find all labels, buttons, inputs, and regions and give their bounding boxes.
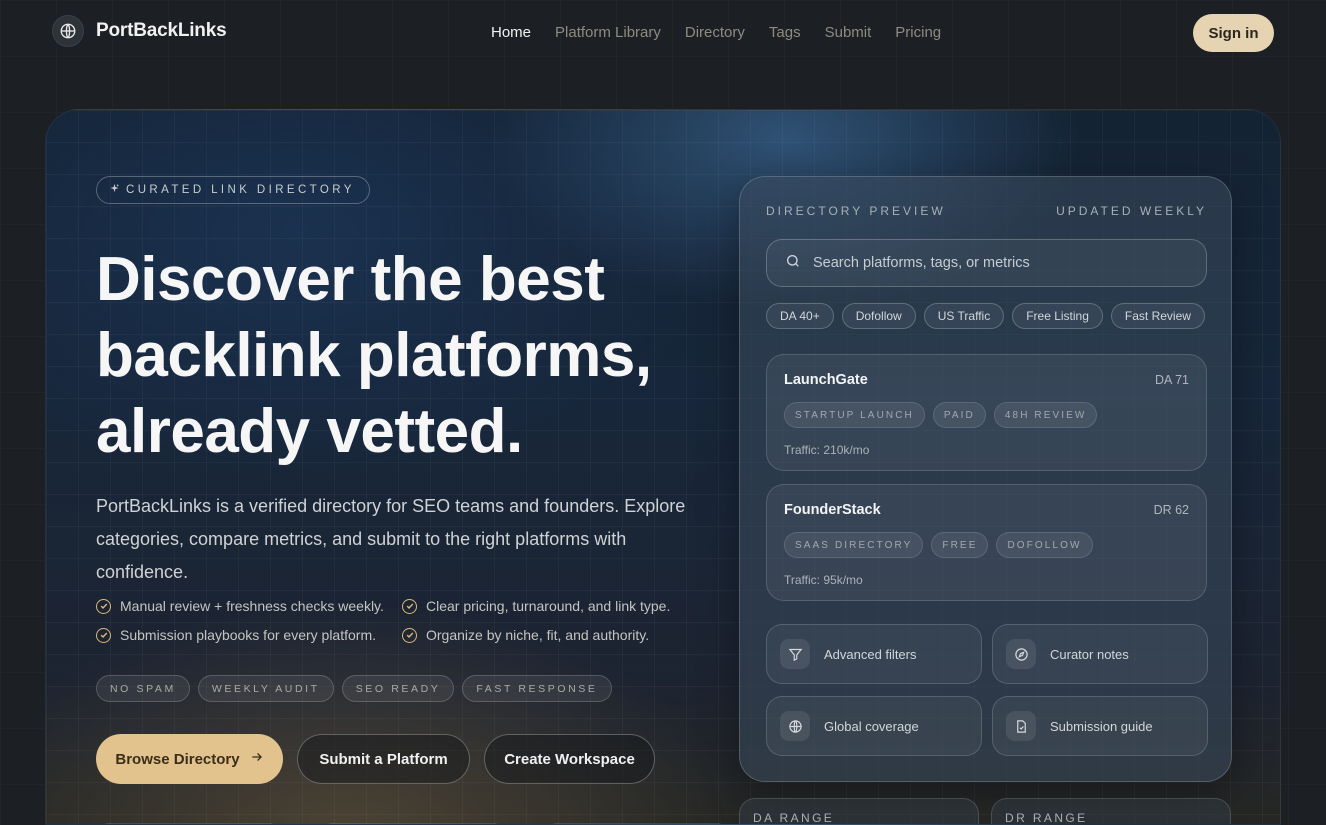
check-item: Submission playbooks for every platform. bbox=[96, 627, 402, 643]
chip-dofollow[interactable]: Dofollow bbox=[841, 303, 916, 329]
headline-line: Discover the best bbox=[96, 245, 605, 314]
arrow-right-icon bbox=[250, 750, 264, 768]
brand-name: PortBackLinks bbox=[96, 20, 227, 41]
preview-search-box[interactable] bbox=[766, 239, 1207, 287]
platform-tag: PAID bbox=[932, 402, 986, 428]
platform-metric: DR 62 bbox=[1153, 503, 1189, 517]
nav-item-tags[interactable]: Tags bbox=[769, 24, 801, 41]
search-icon bbox=[785, 253, 801, 273]
nav-item-submit[interactable]: Submit bbox=[825, 24, 872, 41]
feature-label: Curator notes bbox=[1050, 646, 1129, 662]
chip-free-listing[interactable]: Free Listing bbox=[1012, 303, 1103, 329]
chip-da-40[interactable]: DA 40+ bbox=[766, 303, 834, 329]
headline-line: already vetted. bbox=[96, 397, 523, 466]
nav-item-pricing[interactable]: Pricing bbox=[895, 24, 941, 41]
check-label: Organize by niche, fit, and authority. bbox=[426, 627, 650, 643]
check-label: Submission playbooks for every platform. bbox=[120, 627, 376, 643]
platform-tag: SAAS DIRECTORY bbox=[784, 532, 924, 558]
dr-range-card: DR RANGE bbox=[991, 798, 1231, 825]
hero-cta-group: Browse Directory Submit a Platform Creat… bbox=[96, 734, 655, 784]
platform-card-founderstack[interactable]: FounderStack DR 62 SAAS DIRECTORY FREE D… bbox=[766, 484, 1207, 601]
preview-header: DIRECTORY PREVIEW UPDATED WEEKLY bbox=[766, 204, 1207, 218]
platform-name: FounderStack bbox=[784, 502, 881, 518]
platform-tag: FREE bbox=[931, 532, 989, 558]
platform-card-launchgate[interactable]: LaunchGate DA 71 STARTUP LAUNCH PAID 48H… bbox=[766, 354, 1207, 471]
platform-name: LaunchGate bbox=[784, 372, 868, 388]
nav-item-platform-library[interactable]: Platform Library bbox=[555, 24, 661, 41]
nav-item-home[interactable]: Home bbox=[491, 24, 531, 41]
badge-seo-ready: SEO READY bbox=[341, 675, 455, 702]
platform-tags: SAAS DIRECTORY FREE DOFOLLOW bbox=[784, 532, 1093, 558]
filter-chips: DA 40+ Dofollow US Traffic Free Listing … bbox=[766, 303, 1205, 329]
check-item: Manual review + freshness checks weekly. bbox=[96, 598, 402, 614]
check-circle-icon bbox=[96, 598, 111, 614]
feature-global-coverage[interactable]: Global coverage bbox=[766, 696, 982, 756]
top-navigation: PortBackLinks Home Platform Library Dire… bbox=[0, 0, 1326, 66]
check-label: Manual review + freshness checks weekly. bbox=[120, 598, 384, 614]
eyebrow-label: CURATED LINK DIRECTORY bbox=[126, 184, 355, 196]
check-item: Clear pricing, turnaround, and link type… bbox=[402, 598, 732, 614]
headline-line: backlink platforms, bbox=[96, 321, 652, 390]
submit-platform-button[interactable]: Submit a Platform bbox=[297, 734, 470, 784]
dr-range-label: DR RANGE bbox=[1005, 811, 1088, 825]
check-circle-icon bbox=[402, 598, 417, 614]
chip-us-traffic[interactable]: US Traffic bbox=[923, 303, 1005, 329]
search-input[interactable] bbox=[813, 255, 1193, 271]
eyebrow-pill: CURATED LINK DIRECTORY bbox=[96, 176, 370, 204]
platform-tag: STARTUP LAUNCH bbox=[784, 402, 925, 428]
badge-fast-response: FAST RESPONSE bbox=[462, 675, 612, 702]
globe-icon bbox=[52, 15, 84, 47]
feature-label: Advanced filters bbox=[824, 646, 917, 662]
platform-tag: 48H REVIEW bbox=[993, 402, 1098, 428]
chip-fast-review[interactable]: Fast Review bbox=[1110, 303, 1205, 329]
trust-badges: NO SPAM WEEKLY AUDIT SEO READY FAST RESP… bbox=[96, 675, 612, 702]
feature-curator-notes[interactable]: Curator notes bbox=[992, 624, 1208, 684]
da-range-card: DA RANGE bbox=[739, 798, 979, 825]
platform-tag: DOFOLLOW bbox=[996, 532, 1093, 558]
create-workspace-button[interactable]: Create Workspace bbox=[484, 734, 655, 784]
feature-checklist: Manual review + freshness checks weekly.… bbox=[96, 598, 736, 643]
check-circle-icon bbox=[96, 627, 111, 643]
check-label: Clear pricing, turnaround, and link type… bbox=[426, 598, 671, 614]
brand-logo-link[interactable]: PortBackLinks bbox=[52, 15, 227, 47]
browse-directory-button[interactable]: Browse Directory bbox=[96, 734, 283, 784]
sparkle-icon bbox=[109, 183, 120, 197]
preview-updated: UPDATED WEEKLY bbox=[1056, 204, 1207, 218]
feature-submission-guide[interactable]: Submission guide bbox=[992, 696, 1208, 756]
feature-label: Global coverage bbox=[824, 718, 919, 734]
check-circle-icon bbox=[402, 627, 417, 643]
nav-item-directory[interactable]: Directory bbox=[685, 24, 745, 41]
feature-advanced-filters[interactable]: Advanced filters bbox=[766, 624, 982, 684]
badge-weekly-audit: WEEKLY AUDIT bbox=[197, 675, 334, 702]
browse-directory-label: Browse Directory bbox=[115, 750, 240, 768]
feature-label: Submission guide bbox=[1050, 718, 1153, 734]
directory-preview-panel: DIRECTORY PREVIEW UPDATED WEEKLY DA 40+ … bbox=[739, 176, 1232, 782]
sign-in-button[interactable]: Sign in bbox=[1193, 14, 1274, 52]
compass-icon bbox=[1006, 639, 1036, 669]
main-menu: Home Platform Library Directory Tags Sub… bbox=[491, 24, 965, 41]
check-item: Organize by niche, fit, and authority. bbox=[402, 627, 732, 643]
da-range-label: DA RANGE bbox=[753, 811, 835, 825]
badge-no-spam: NO SPAM bbox=[96, 675, 190, 702]
platform-traffic: Traffic: 95k/mo bbox=[784, 573, 863, 587]
hero-headline: Discover the best backlink platforms, al… bbox=[96, 242, 736, 470]
filter-icon bbox=[780, 639, 810, 669]
hero-section: CURATED LINK DIRECTORY Discover the best… bbox=[45, 109, 1281, 825]
document-icon bbox=[1006, 711, 1036, 741]
preview-title: DIRECTORY PREVIEW bbox=[766, 204, 946, 218]
globe-icon bbox=[780, 711, 810, 741]
platform-traffic: Traffic: 210k/mo bbox=[784, 443, 870, 457]
platform-metric: DA 71 bbox=[1154, 373, 1189, 387]
platform-tags: STARTUP LAUNCH PAID 48H REVIEW bbox=[784, 402, 1098, 428]
hero-description: PortBackLinks is a verified directory fo… bbox=[96, 496, 686, 582]
